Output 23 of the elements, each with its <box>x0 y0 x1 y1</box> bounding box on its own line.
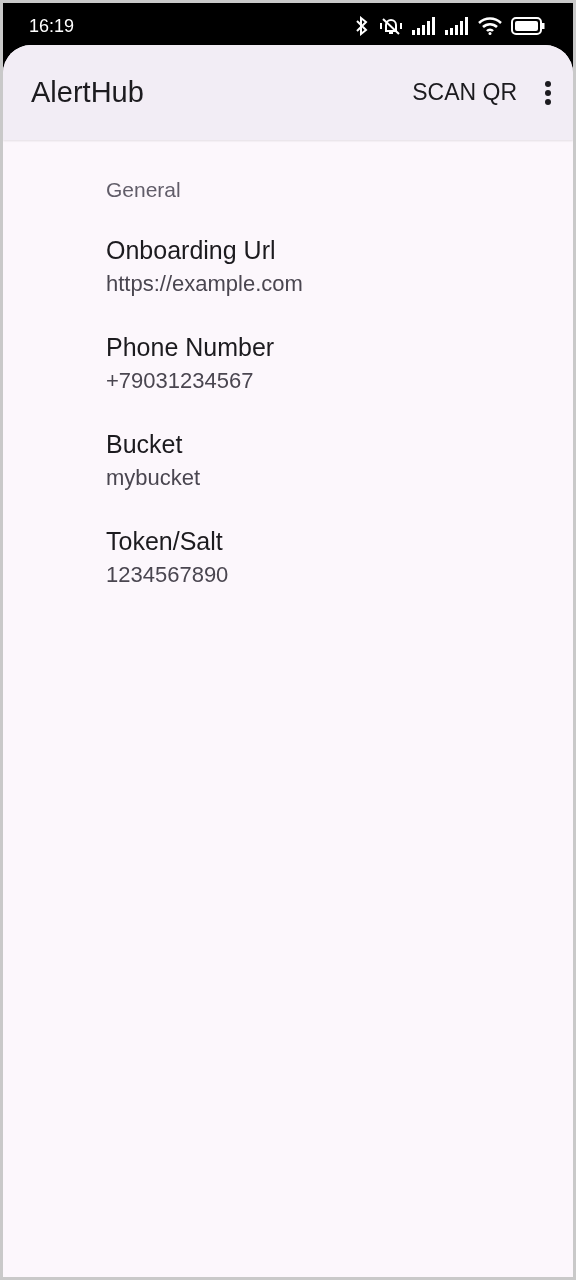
signal-icon <box>445 17 469 35</box>
setting-item[interactable]: Bucket mybucket <box>106 427 573 495</box>
setting-title: Bucket <box>106 429 184 460</box>
wifi-icon <box>478 17 502 35</box>
setting-title: Token/Salt <box>106 526 224 557</box>
scan-qr-button[interactable]: SCAN QR <box>406 69 523 116</box>
setting-title: Onboarding Url <box>106 235 277 266</box>
status-time: 16:19 <box>29 14 75 38</box>
bluetooth-icon <box>354 16 370 36</box>
app-title: AlertHub <box>31 74 144 110</box>
setting-value: mybucket <box>106 464 202 492</box>
setting-item[interactable]: Onboarding Url https://example.com <box>106 233 573 301</box>
setting-value: 1234567890 <box>106 561 230 589</box>
setting-title: Phone Number <box>106 332 276 363</box>
more-options-icon[interactable] <box>543 79 553 106</box>
setting-item[interactable]: Token/Salt 1234567890 <box>106 524 573 592</box>
muted-bell-icon <box>379 16 403 36</box>
setting-value: https://example.com <box>106 270 304 298</box>
section-header: General <box>106 177 182 203</box>
setting-value: +79031234567 <box>106 367 255 395</box>
battery-icon <box>511 17 545 35</box>
signal-icon <box>412 17 436 35</box>
setting-item[interactable]: Phone Number +79031234567 <box>106 330 573 398</box>
